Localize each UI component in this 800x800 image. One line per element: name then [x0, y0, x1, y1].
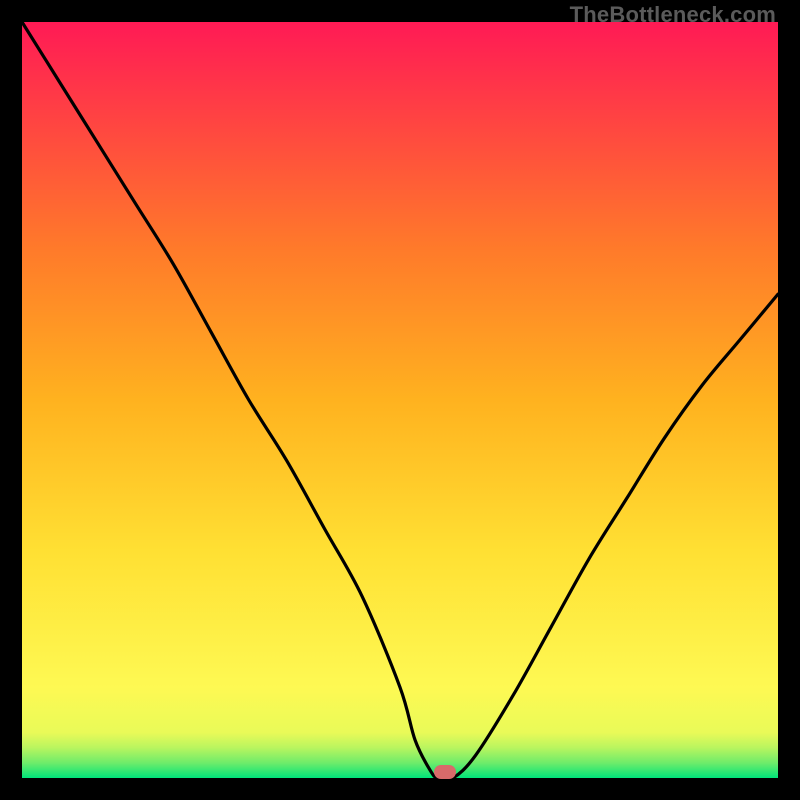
bottleneck-curve	[22, 22, 778, 778]
chart-frame: TheBottleneck.com	[0, 0, 800, 800]
watermark-text: TheBottleneck.com	[570, 2, 776, 28]
optimum-marker	[434, 765, 456, 779]
